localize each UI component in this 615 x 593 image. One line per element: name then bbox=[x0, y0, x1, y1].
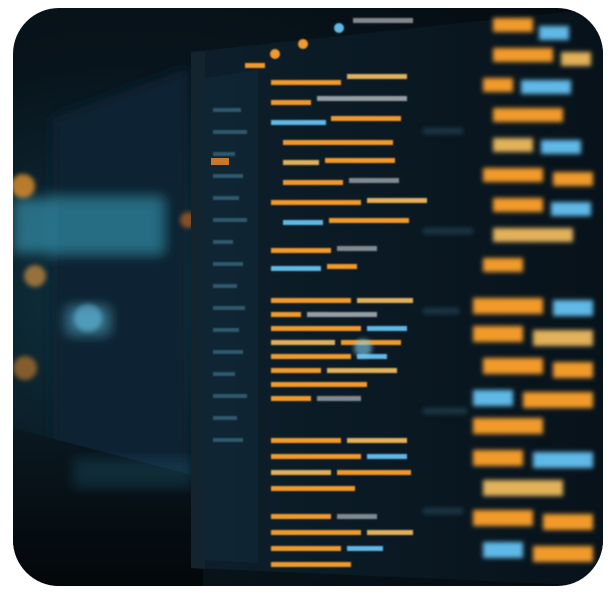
code-photo-illustration bbox=[13, 8, 603, 586]
highlight-glint bbox=[354, 339, 372, 357]
main-monitor bbox=[191, 8, 603, 586]
code-photo bbox=[13, 8, 603, 586]
